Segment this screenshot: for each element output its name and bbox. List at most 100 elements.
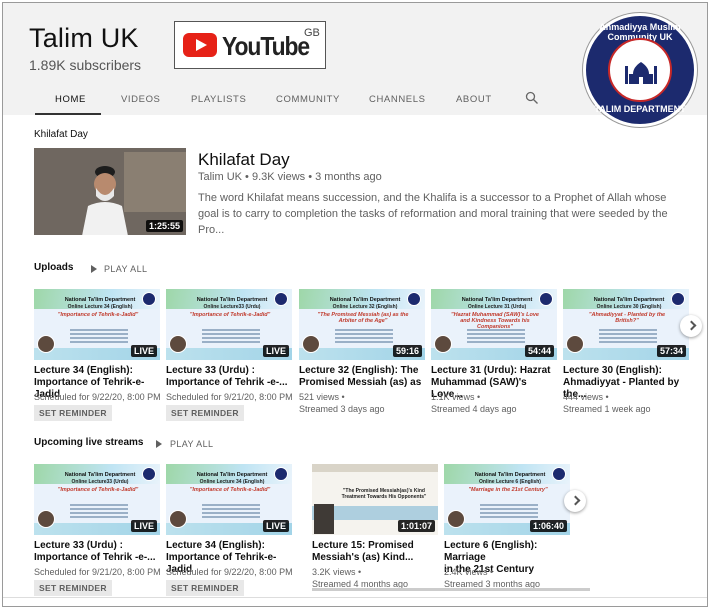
video-title-line: Messiah's (as) Kind... (312, 552, 414, 563)
text-line (70, 504, 128, 506)
emblem-icon (539, 292, 553, 306)
text-line (480, 516, 538, 518)
video-duration: 1:25:55 (145, 220, 183, 232)
text-line (599, 341, 657, 343)
text-line (480, 512, 538, 514)
thumbnail-banner (312, 464, 438, 472)
text-line (202, 516, 260, 518)
video-title[interactable]: Lecture 15: Promised Messiah's (as) Kind.… (312, 540, 440, 564)
video-title[interactable]: Lecture 33 (Urdu) : Importance of Tehrik … (166, 365, 294, 389)
thumbnail-org: National Ta'lim Department (64, 472, 136, 478)
video-thumbnail[interactable]: National Ta'lim Department Online Lecture… (444, 464, 570, 535)
set-reminder-button[interactable]: SET REMINDER (166, 580, 244, 596)
emblem-icon (274, 467, 288, 481)
thumbnail-quote: "Importance of Tehrik-e-Jadid" (189, 312, 271, 318)
video-thumbnail[interactable]: "The Promised Messiah(as)'s Kind Treatme… (312, 464, 438, 535)
thumbnail-org: National Ta'lim Department (593, 297, 665, 303)
video-thumbnail[interactable]: National Ta'lim Department Online Lecture… (431, 289, 557, 360)
speaker-photo (566, 335, 584, 353)
emblem-icon (407, 292, 421, 306)
mosque-icon (625, 62, 657, 84)
subscriber-count: 1.89K subscribers (29, 57, 142, 73)
set-reminder-button[interactable]: SET REMINDER (34, 580, 112, 596)
thumbnail-subtitle: Online Lecture33 (Urdu) (203, 304, 261, 310)
thumbnail-org: National Ta'lim Department (196, 472, 268, 478)
tab-community[interactable]: COMMUNITY (276, 94, 340, 105)
emblem-center (608, 38, 672, 102)
uploads-next-button[interactable] (680, 315, 702, 337)
text-line (202, 508, 260, 510)
uploads-play-all[interactable]: PLAY ALL (104, 264, 147, 274)
text-line (335, 337, 393, 339)
speaker-photo (37, 335, 55, 353)
upcoming-heading[interactable]: Upcoming live streams (34, 437, 143, 448)
video-thumbnail[interactable]: National Ta'lim Department Online Lecture… (563, 289, 689, 360)
text-line (467, 329, 525, 331)
channel-emblem: Ahmadiyya Muslim Community UK TALIM DEPA… (583, 13, 697, 127)
live-badge: LIVE (262, 520, 289, 532)
tab-channels[interactable]: CHANNELS (369, 94, 426, 105)
thumbnail-org: National Ta'lim Department (461, 297, 533, 303)
watch-progress-fill (444, 588, 590, 591)
youtube-logo[interactable]: YouTube GB (174, 21, 326, 69)
thumbnail-org: National Ta'lim Department (329, 297, 401, 303)
text-line (599, 333, 657, 335)
thumbnail-text-lines (329, 327, 399, 349)
speaker-figure (82, 166, 128, 235)
video-duration: 59:16 (392, 345, 422, 357)
featured-thumbnail[interactable]: 1:25:55 (34, 148, 186, 235)
tab-home[interactable]: HOME (55, 94, 86, 105)
video-title[interactable]: Lecture 32 (English): The Promised Messia… (299, 365, 427, 389)
featured-title[interactable]: Khilafat Day (198, 150, 290, 170)
video-meta: Scheduled for 9/21/20, 8:00 PM (34, 567, 161, 577)
thumbnail-text-lines (461, 327, 531, 349)
search-icon[interactable] (525, 91, 539, 105)
video-meta: Scheduled for 9/21/20, 8:00 PM (166, 392, 293, 402)
video-title-line: Lecture 33 (Urdu) : (34, 540, 123, 551)
thumbnail-subtitle: Online Lecture 6 (English) (479, 479, 541, 485)
video-thumbnail[interactable]: National Ta'lim Department Online Lecture… (166, 289, 292, 360)
text-line (202, 337, 260, 339)
thumbnail-subtitle: Online Lecture 34 (English) (199, 479, 265, 485)
video-title-line: Lecture 31 (Urdu): Hazrat (431, 365, 551, 376)
speaker-photo (314, 504, 334, 534)
video-thumbnail[interactable]: National Ta'lim Department Online Lecture… (34, 464, 160, 535)
text-line (480, 508, 538, 510)
upcoming-next-button[interactable] (564, 490, 586, 512)
video-duration: 1:06:40 (529, 520, 567, 532)
thumbnail-text-lines (64, 327, 134, 349)
tab-about[interactable]: ABOUT (456, 94, 492, 105)
thumbnail-quote: "Importance of Tehrik-e-Jadid" (189, 487, 271, 493)
video-thumbnail[interactable]: National Ta'lim Department Online Lecture… (34, 289, 160, 360)
thumbnail-text-lines (593, 327, 663, 349)
video-meta: Scheduled for 9/22/20, 8:00 PM (166, 567, 293, 577)
thumbnail-org: National Ta'lim Department (474, 472, 546, 478)
set-reminder-button[interactable]: SET REMINDER (166, 405, 244, 421)
video-meta: 444 views • (563, 392, 609, 402)
video-title-line: Importance of Tehrik -e-... (166, 377, 288, 388)
video-duration: 54:44 (524, 345, 554, 357)
text-line (335, 341, 393, 343)
emblem-icon (671, 292, 685, 306)
uploads-heading[interactable]: Uploads (34, 262, 73, 273)
video-duration: 1:01:07 (397, 520, 435, 532)
tab-videos[interactable]: VIDEOS (121, 94, 161, 105)
featured-meta: Talim UK • 9.3K views • 3 months ago (198, 171, 382, 183)
set-reminder-button[interactable]: SET REMINDER (34, 405, 112, 421)
play-icon[interactable] (91, 265, 97, 273)
upcoming-play-all[interactable]: PLAY ALL (170, 439, 213, 449)
text-line (202, 341, 260, 343)
video-meta-date: Streamed 3 days ago (299, 404, 385, 414)
thumbnail-org: National Ta'lim Department (196, 297, 268, 303)
video-meta: Scheduled for 9/22/20, 8:00 PM (34, 392, 161, 402)
thumbnail-subtitle: Online Lecture 34 (English) (67, 304, 133, 310)
play-icon[interactable] (156, 440, 162, 448)
video-thumbnail[interactable]: National Ta'lim Department Online Lecture… (299, 289, 425, 360)
text-line (480, 504, 538, 506)
tab-playlists[interactable]: PLAYLISTS (191, 94, 246, 105)
video-title[interactable]: Lecture 33 (Urdu) : Importance of Tehrik … (34, 540, 162, 564)
channel-page: Talim UK 1.89K subscribers YouTube GB HO… (2, 2, 708, 607)
text-line (70, 512, 128, 514)
video-thumbnail[interactable]: National Ta'lim Department Online Lecture… (166, 464, 292, 535)
speaker-photo (447, 510, 465, 528)
